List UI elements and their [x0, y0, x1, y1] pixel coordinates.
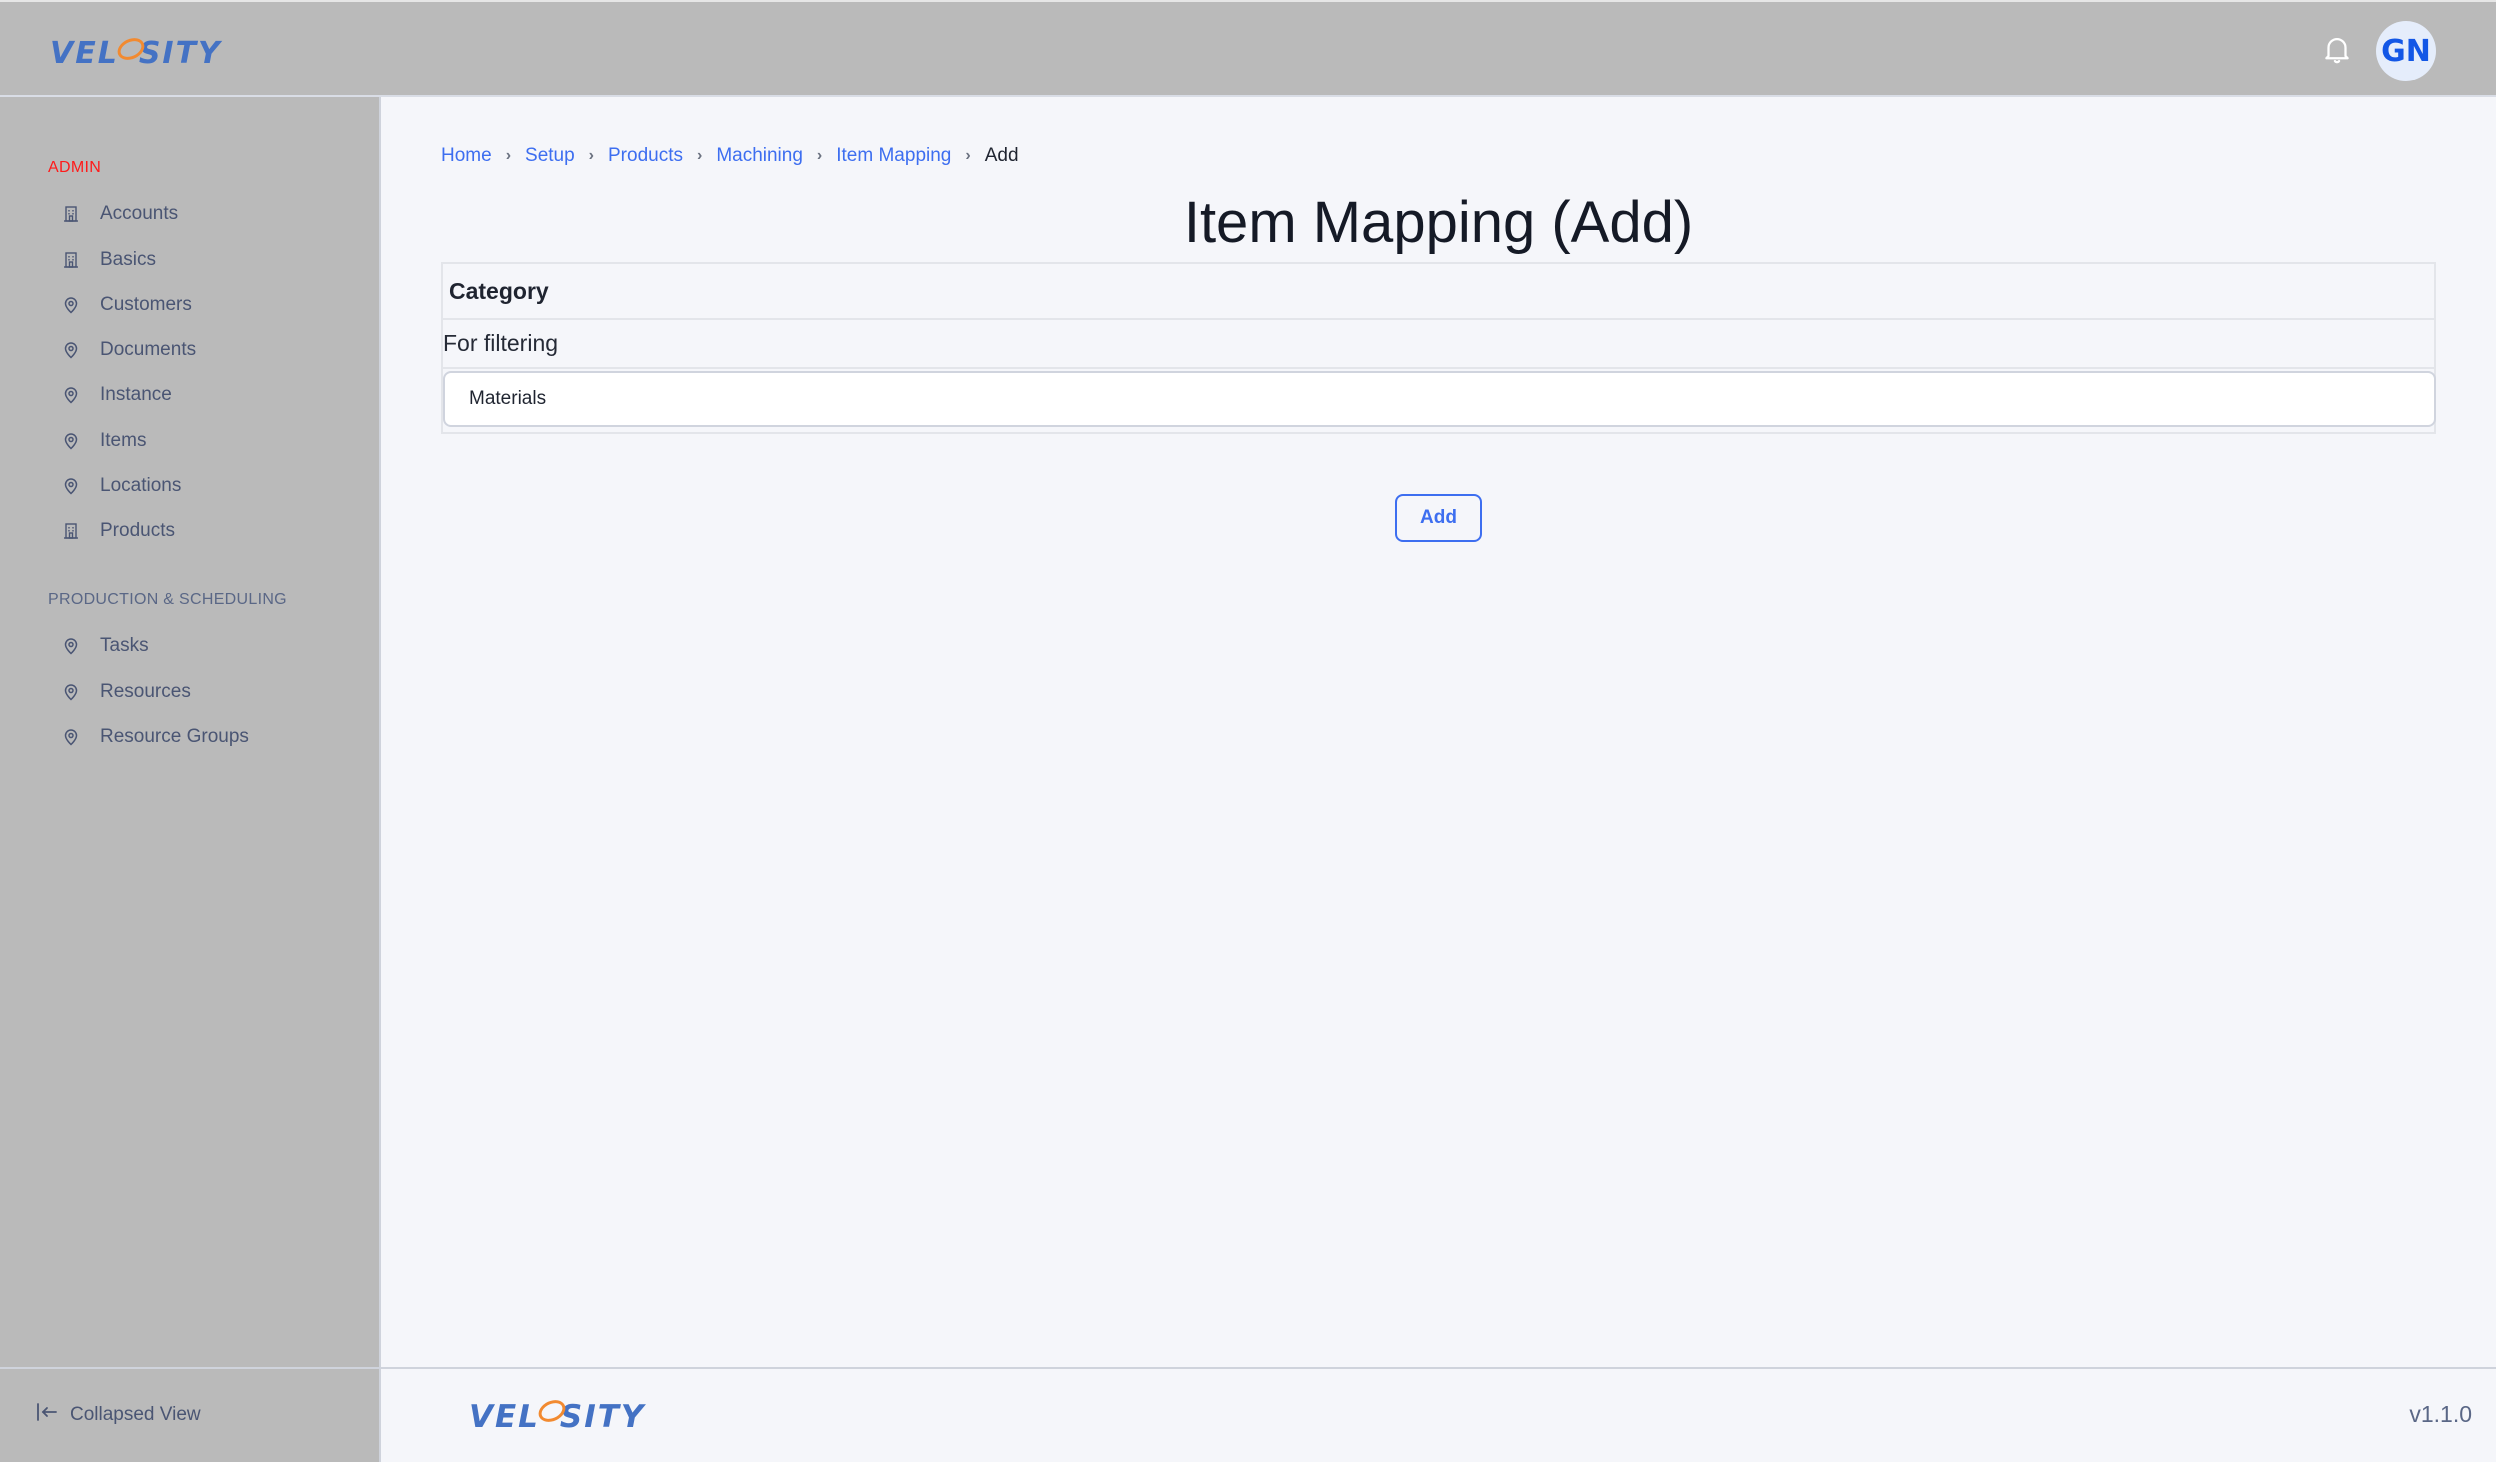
breadcrumb-home[interactable]: Home — [441, 145, 492, 167]
sidebar-section-admin: ADMIN — [48, 159, 102, 176]
field-description: For filtering — [443, 320, 2434, 369]
main-content: Home › Setup › Products › Machining › It… — [381, 97, 2496, 1367]
sidebar-item-resources[interactable]: Resources — [62, 675, 191, 709]
sidebar-item-label: Accounts — [100, 203, 179, 224]
sidebar-item-basics[interactable]: Basics — [62, 243, 156, 277]
map-pin-icon — [62, 477, 80, 495]
sidebar-item-label: Resources — [100, 681, 191, 702]
sidebar-item-label: Instance — [100, 384, 172, 405]
building-icon — [62, 205, 80, 223]
page-footer: VEL SITY v1.1.0 — [381, 1367, 2496, 1462]
velosity-footer-logo: VEL SITY — [469, 1399, 645, 1435]
sidebar-item-instance[interactable]: Instance — [62, 378, 172, 412]
collapse-left-icon — [36, 1402, 70, 1428]
category-input[interactable]: Materials — [443, 371, 2436, 427]
user-avatar[interactable]: GN — [2376, 21, 2436, 81]
breadcrumb-item-mapping[interactable]: Item Mapping — [836, 145, 951, 167]
chevron-right-icon: › — [816, 147, 823, 164]
sidebar-item-locations[interactable]: Locations — [62, 469, 181, 503]
field-label: Category — [443, 264, 2434, 320]
sidebar-item-products[interactable]: Products — [62, 514, 175, 548]
sidebar-item-label: Tasks — [100, 635, 149, 656]
map-pin-icon — [62, 432, 80, 450]
sidebar-item-label: Basics — [100, 249, 156, 270]
chevron-right-icon: › — [965, 147, 971, 164]
version-label: v1.1.0 — [2409, 1401, 2472, 1427]
breadcrumb: Home › Setup › Products › Machining › It… — [441, 145, 1019, 167]
map-pin-icon — [62, 296, 80, 314]
building-icon — [62, 522, 80, 540]
sidebar-item-label: Resource Groups — [100, 726, 249, 747]
collapsed-view-button[interactable]: Collapsed View — [36, 1402, 201, 1428]
breadcrumb-setup[interactable]: Setup — [525, 145, 575, 167]
breadcrumb-machining[interactable]: Machining — [716, 145, 803, 167]
logo-orbit-o — [119, 41, 139, 71]
map-pin-icon — [62, 341, 80, 359]
sidebar-item-label: Items — [100, 430, 147, 451]
sidebar-item-label: Documents — [100, 339, 197, 360]
sidebar-item-resource-groups[interactable]: Resource Groups — [62, 720, 249, 754]
sidebar-item-documents[interactable]: Documents — [62, 333, 196, 367]
collapsed-view-label: Collapsed View — [70, 1404, 201, 1425]
chevron-right-icon: › — [505, 147, 512, 164]
map-pin-icon — [62, 683, 80, 701]
logo-text-start: VEL — [469, 1399, 540, 1435]
top-header: VEL SITY GN — [0, 0, 2496, 97]
sidebar-item-label: Customers — [100, 294, 192, 315]
map-pin-icon — [62, 386, 80, 404]
bell-icon[interactable] — [2320, 32, 2354, 66]
sidebar-item-label: Locations — [100, 475, 182, 496]
sidebar-item-accounts[interactable]: Accounts — [62, 197, 178, 231]
sidebar: ADMIN Accounts Basics Customers Document… — [0, 97, 381, 1367]
breadcrumb-products[interactable]: Products — [608, 145, 683, 167]
sidebar-section-production-scheduling: PRODUCTION & SCHEDULING — [48, 591, 287, 608]
category-field-group: Category For filtering Materials — [441, 262, 2436, 434]
map-pin-icon — [62, 728, 80, 746]
logo-text-end: SITY — [559, 1399, 646, 1435]
breadcrumb-current: Add — [984, 145, 1019, 166]
map-pin-icon — [62, 637, 80, 655]
logo-text-end: SITY — [138, 36, 222, 71]
sidebar-item-label: Products — [100, 520, 175, 541]
page-title: Item Mapping (Add) — [1183, 190, 1694, 255]
chevron-right-icon: › — [696, 147, 703, 164]
sidebar-item-items[interactable]: Items — [62, 424, 146, 458]
logo-text-start: VEL — [50, 36, 119, 71]
add-button[interactable]: Add — [1395, 494, 1482, 542]
velosity-logo[interactable]: VEL SITY — [50, 36, 222, 71]
logo-orbit-o — [540, 1404, 560, 1435]
chevron-right-icon: › — [588, 147, 594, 164]
sidebar-footer: Collapsed View — [0, 1367, 381, 1462]
sidebar-item-customers[interactable]: Customers — [62, 288, 192, 322]
sidebar-item-tasks[interactable]: Tasks — [62, 629, 149, 663]
building-icon — [62, 251, 80, 269]
